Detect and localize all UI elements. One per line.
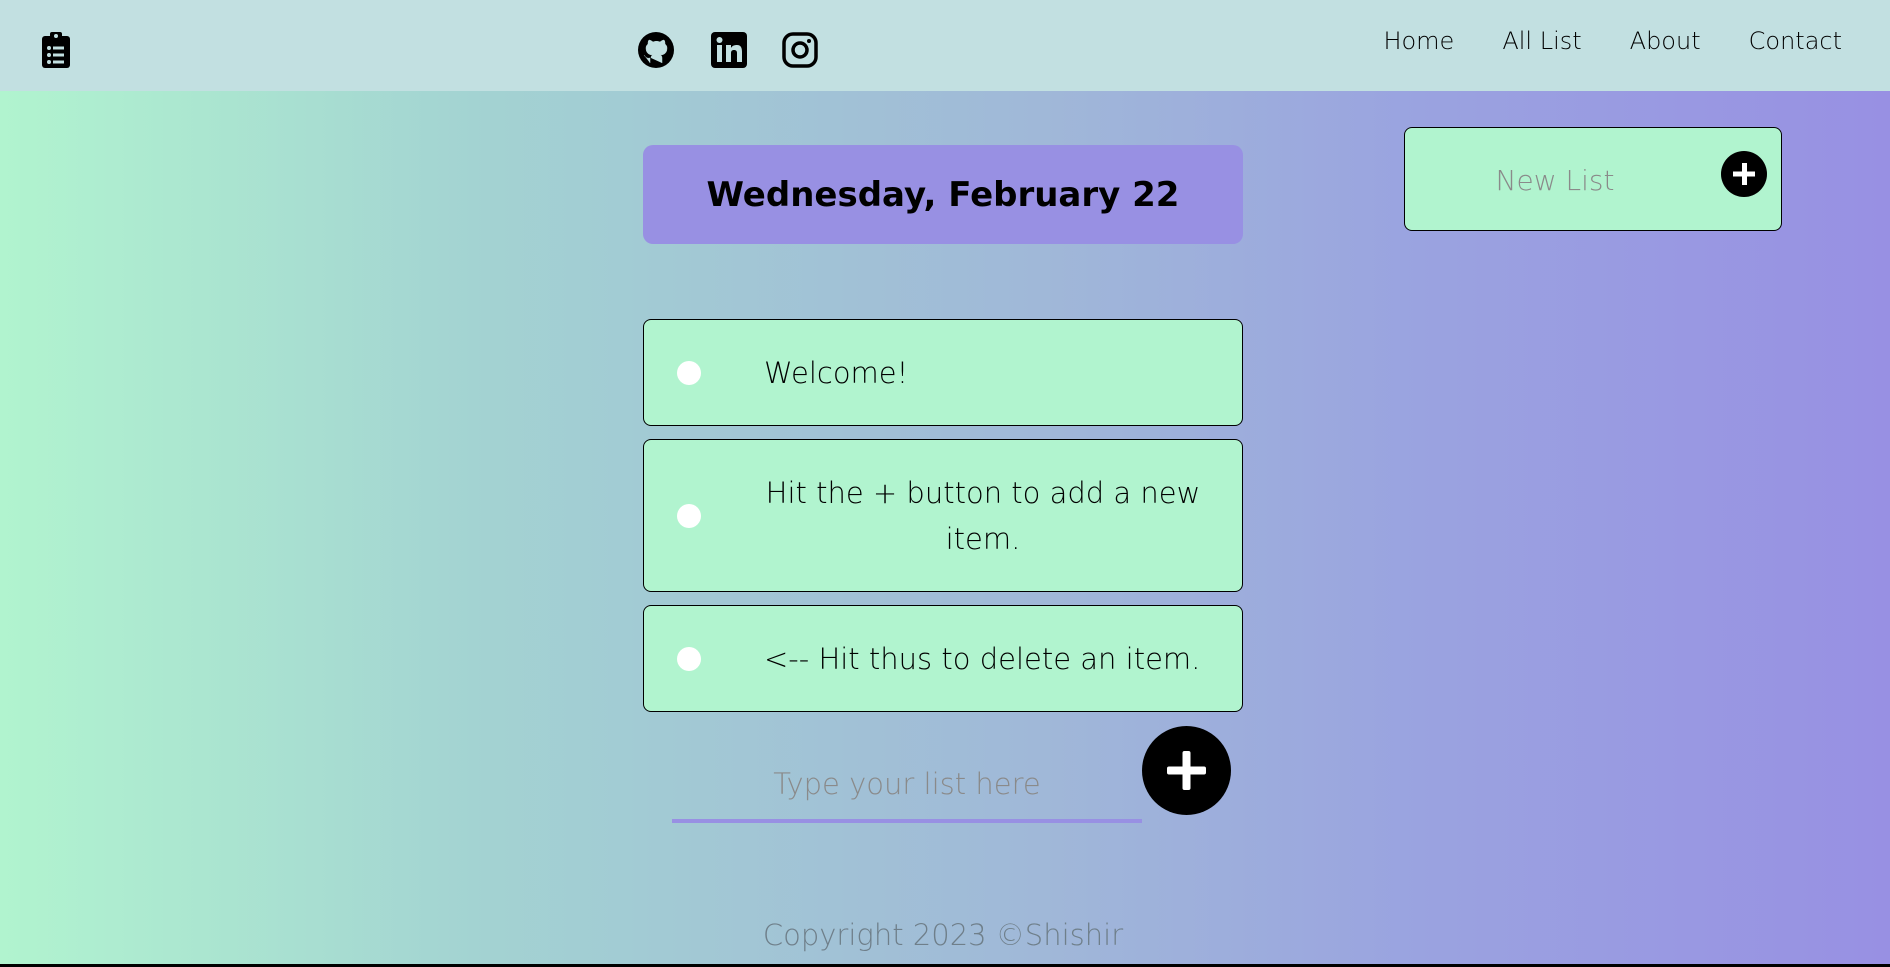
instagram-icon[interactable] <box>780 30 820 70</box>
copyright-text: Copyright 2023 ©Shishir <box>762 918 1124 952</box>
nav-about[interactable]: About <box>1630 24 1701 58</box>
clipboard-list-icon[interactable] <box>40 30 72 70</box>
new-item-input[interactable] <box>672 748 1142 823</box>
plus-icon <box>1733 163 1755 185</box>
linkedin-icon[interactable] <box>709 30 749 70</box>
list-item: Hit the + button to add a new item. <box>643 439 1243 592</box>
item-text: Welcome! <box>764 356 909 390</box>
date-heading: Wednesday, February 22 <box>643 145 1243 244</box>
nav-contact[interactable]: Contact <box>1749 24 1842 58</box>
list-item: Welcome! <box>643 319 1243 426</box>
plus-icon <box>1167 751 1206 790</box>
item-text: <-- Hit thus to delete an item. <box>764 642 1201 676</box>
nav-home[interactable]: Home <box>1383 24 1454 58</box>
add-list-button[interactable] <box>1721 151 1767 197</box>
new-list-form <box>1404 127 1782 232</box>
main-nav: Home All List About Contact <box>1383 24 1842 58</box>
new-list-input[interactable] <box>1405 128 1705 232</box>
add-item-button[interactable] <box>1142 726 1231 815</box>
item-checkbox[interactable] <box>677 504 701 528</box>
top-navbar: Home All List About Contact <box>0 0 1890 91</box>
list-item: <-- Hit thus to delete an item. <box>643 605 1243 712</box>
item-checkbox[interactable] <box>677 647 701 671</box>
item-text: Hit the + button to add a new item. <box>765 476 1201 556</box>
nav-all-list[interactable]: All List <box>1502 24 1581 58</box>
github-icon[interactable] <box>636 30 676 70</box>
item-checkbox[interactable] <box>677 361 701 385</box>
